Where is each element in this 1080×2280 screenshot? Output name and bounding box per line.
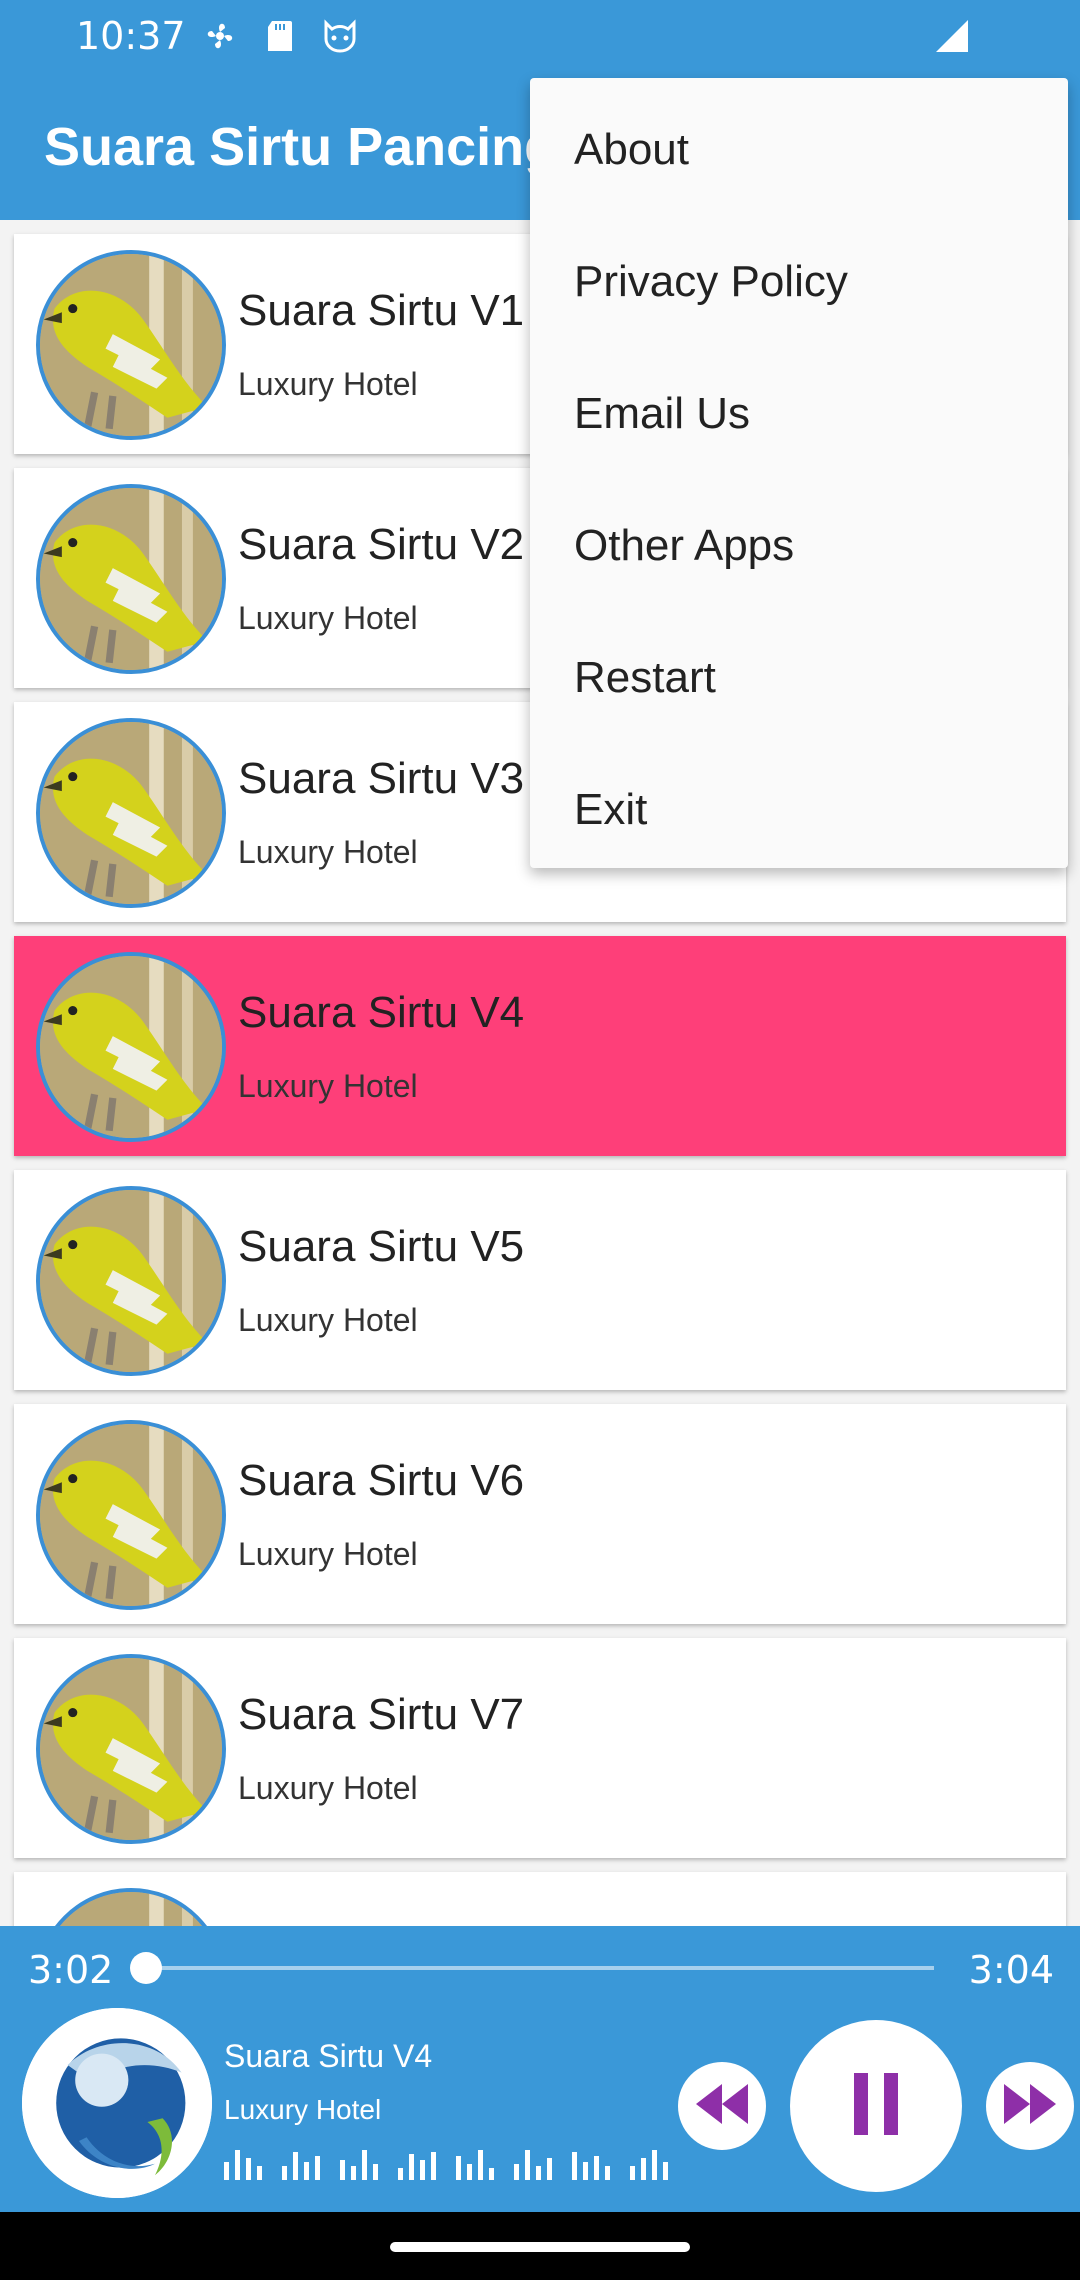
track-subtitle: Luxury Hotel [238,1302,418,1338]
sd-card-icon [260,16,300,56]
bird-thumbnail [36,1654,226,1844]
signal-icon [934,18,970,59]
status-icons [200,16,360,56]
list-item[interactable]: Suara Sirtu V7 Luxury Hotel [14,1638,1066,1858]
track-subtitle: Luxury Hotel [238,1068,418,1104]
menu-item-exit[interactable]: Exit [530,744,1068,876]
now-playing-subtitle: Luxury Hotel [224,2094,382,2125]
track-subtitle: Luxury Hotel [238,834,418,870]
rewind-icon [692,2082,752,2131]
track-subtitle: Luxury Hotel [238,1770,418,1806]
total-time: 3:04 [968,1948,1054,1992]
track-title: Suara Sirtu V5 [238,1222,525,1271]
status-time: 10:37 [76,14,186,58]
equalizer-icon [224,2146,668,2180]
current-time: 3:02 [28,1948,114,1992]
track-title: Suara Sirtu V2 [238,520,525,569]
track-title: Suara Sirtu V7 [238,1690,525,1739]
list-item-partial[interactable] [14,1872,1066,1926]
mini-player: 3:02 3:04 Suara Sirtu V4 Luxury Hotel [0,1926,1080,2212]
track-title: Suara Sirtu V1 [238,286,525,335]
menu-item-other-apps[interactable]: Other Apps [530,480,1068,612]
menu-item-about[interactable]: About [530,84,1068,216]
fast-forward-button[interactable] [986,2062,1074,2150]
navigation-bar [0,2212,1080,2280]
fan-icon [200,16,240,56]
page-title: Suara Sirtu Pancing [44,117,558,177]
menu-item-email-us[interactable]: Email Us [530,348,1068,480]
bird-thumbnail [36,484,226,674]
album-cover [22,2008,212,2198]
bird-thumbnail [36,1888,226,1926]
track-title: Suara Sirtu V4 [238,988,525,1037]
rewind-button[interactable] [678,2062,766,2150]
list-item[interactable]: Suara Sirtu V5 Luxury Hotel [14,1170,1066,1390]
fast-forward-icon [1000,2082,1060,2131]
track-subtitle: Luxury Hotel [238,1536,418,1572]
track-subtitle: Luxury Hotel [238,366,418,402]
list-item[interactable]: Suara Sirtu V6 Luxury Hotel [14,1404,1066,1624]
track-title: Suara Sirtu V6 [238,1456,525,1505]
status-bar: 10:37 [0,0,1080,72]
menu-item-restart[interactable]: Restart [530,612,1068,744]
seek-bar[interactable] [130,1952,934,1984]
bird-thumbnail [36,1420,226,1610]
bird-thumbnail [36,952,226,1142]
track-title: Suara Sirtu V3 [238,754,525,803]
bird-thumbnail [36,1186,226,1376]
overflow-menu: About Privacy Policy Email Us Other Apps… [530,78,1068,868]
track-subtitle: Luxury Hotel [238,600,418,636]
menu-item-privacy-policy[interactable]: Privacy Policy [530,216,1068,348]
cat-face-icon [320,16,360,56]
bird-thumbnail [36,250,226,440]
now-playing-title: Suara Sirtu V4 [224,2038,433,2074]
bird-thumbnail [36,718,226,908]
pause-icon [846,2069,906,2144]
home-gesture-handle[interactable] [390,2242,690,2252]
seek-thumb[interactable] [130,1952,162,1984]
pause-button[interactable] [790,2020,962,2192]
list-item-active[interactable]: Suara Sirtu V4 Luxury Hotel [14,936,1066,1156]
